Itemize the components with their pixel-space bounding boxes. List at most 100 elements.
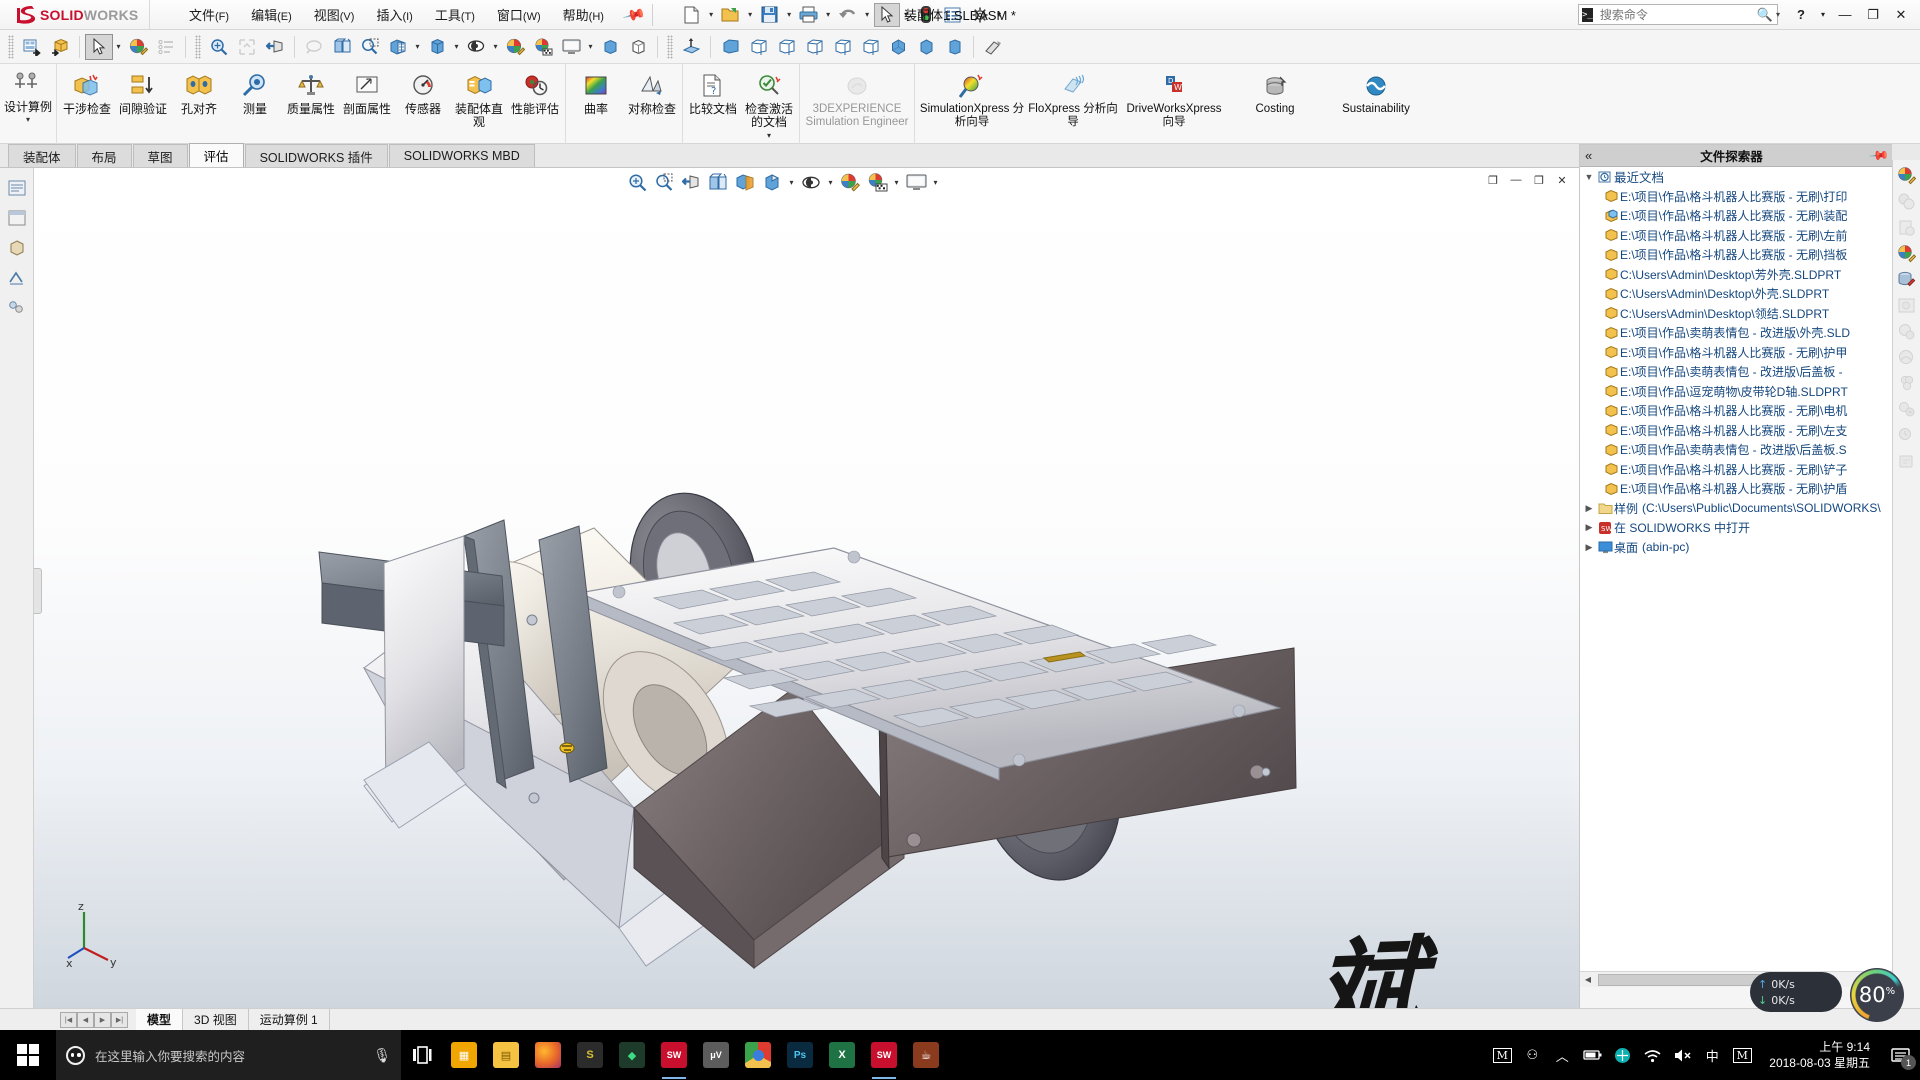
chevron-right-icon[interactable]: ▶ [1582, 542, 1596, 553]
search-caret-icon[interactable]: ▾ [1776, 10, 1780, 19]
compare-documents-button[interactable]: ? 比较文档 [685, 66, 741, 138]
clipboard-icon[interactable] [1896, 216, 1918, 238]
list-item[interactable]: C:\Users\Admin\Desktop\外壳.SLDPRT [1580, 284, 1892, 304]
tab-evaluate[interactable]: 评估 [188, 143, 244, 167]
sensor-button[interactable]: 传感器 [395, 66, 451, 138]
menu-item-edit[interactable]: 编辑(E) [240, 1, 303, 28]
menu-item-window[interactable]: 窗口(W) [486, 1, 552, 28]
display-style-button[interactable] [423, 34, 451, 60]
appearance-editor-icon[interactable] [1896, 242, 1918, 264]
taskbar-solidworks-active[interactable]: SW [863, 1030, 905, 1080]
scroll-left-arrow-icon[interactable]: ◀ [1580, 972, 1596, 987]
pushpin-icon[interactable]: 📌 [1868, 144, 1890, 167]
new-document-caret[interactable]: ▾ [706, 3, 717, 27]
curvature-button[interactable]: 曲率 [568, 66, 624, 138]
tab-assembly[interactable]: 装配体 [8, 144, 76, 167]
display-style-caret[interactable]: ▾ [451, 35, 462, 59]
menu-item-help[interactable]: 帮助(H) [552, 1, 615, 28]
tab-motion-study[interactable]: 运动算例 1 [249, 1009, 330, 1030]
wireframe-button[interactable] [624, 34, 652, 60]
left-view-button[interactable] [772, 34, 800, 60]
save-button[interactable] [757, 3, 783, 27]
settings-caret[interactable]: ▾ [994, 3, 1005, 27]
design-library-icon[interactable] [1896, 268, 1918, 290]
last-tab-button[interactable]: ▶| [111, 1011, 128, 1028]
appearances-button[interactable] [501, 34, 529, 60]
print-button[interactable] [796, 3, 822, 27]
settings-button[interactable] [967, 3, 993, 27]
iso-view-button[interactable] [884, 34, 912, 60]
decal-icon[interactable] [1896, 320, 1918, 342]
first-tab-button[interactable]: |◀ [60, 1011, 77, 1028]
help-button[interactable]: ? [1788, 2, 1814, 28]
top-view-button[interactable] [828, 34, 856, 60]
edit-appearance-button[interactable] [124, 34, 152, 60]
menu-item-file[interactable]: 文件(F) [178, 1, 240, 28]
costing-button[interactable]: Costing [1229, 66, 1321, 138]
assembly-3d-model[interactable] [34, 168, 1579, 1008]
tree-node-open-in-solidworks[interactable]: ▶ SW 在 SOLIDWORKS 中打开 [1580, 518, 1892, 538]
select-tool-caret[interactable]: ▾ [113, 35, 124, 59]
trimetric-view-button[interactable] [912, 34, 940, 60]
view-orientation-caret[interactable]: ▾ [412, 35, 423, 59]
appearances-scenes-icon[interactable] [1896, 164, 1918, 186]
chevron-down-icon[interactable]: ▼ [1582, 172, 1596, 182]
menu-item-insert[interactable]: 插入(I) [365, 1, 423, 28]
taskbar-solidworks-2017-a[interactable]: SW [653, 1030, 695, 1080]
taskbar-sublime-text[interactable]: S [569, 1030, 611, 1080]
taskbar-android-studio[interactable]: ◆ [611, 1030, 653, 1080]
close-button[interactable]: ✕ [1888, 2, 1914, 28]
view-settings-button[interactable] [557, 34, 585, 60]
tab-solidworks-addins[interactable]: SOLIDWORKS 插件 [244, 144, 388, 167]
show-hidden-icons-icon[interactable]: ︿ [1547, 1030, 1577, 1080]
tab-model[interactable]: 模型 [136, 1009, 184, 1030]
design-study-button[interactable]: 设计算例 ▾ [2, 66, 54, 144]
feature-manager-tree-icon[interactable] [6, 178, 28, 198]
rebuild-button[interactable] [913, 3, 939, 27]
taskbar-firefox[interactable] [527, 1030, 569, 1080]
clearance-verification-button[interactable]: 间隙验证 [115, 66, 171, 138]
custom-icon[interactable] [1896, 398, 1918, 420]
edit-component-button[interactable] [46, 34, 74, 60]
property-manager-icon[interactable] [6, 208, 28, 228]
configuration-manager-icon[interactable] [6, 238, 28, 258]
section-view-button[interactable] [328, 34, 356, 60]
shaded-button[interactable] [596, 34, 624, 60]
double-chevron-left-icon[interactable]: « [1585, 148, 1592, 163]
display-states-button[interactable] [152, 34, 180, 60]
bottom-view-button[interactable] [856, 34, 884, 60]
select-tool-button[interactable] [85, 33, 113, 60]
interference-detection-button[interactable]: 干涉检查 [59, 66, 115, 138]
tab-layout[interactable]: 布局 [76, 144, 132, 167]
select-caret[interactable]: ▾ [901, 3, 912, 27]
taskbar-chrome[interactable] [737, 1030, 779, 1080]
list-item[interactable]: C:\Users\Admin\Desktop\领结.SLDPRT [1580, 304, 1892, 324]
hide-show-items-button[interactable] [462, 34, 490, 60]
help-caret[interactable]: ▾ [1816, 2, 1830, 28]
new-document-button[interactable] [679, 3, 705, 27]
coordinate-triad-button[interactable] [677, 34, 705, 60]
section-properties-button[interactable]: 剖面属性 [339, 66, 395, 138]
tab-sketch[interactable]: 草图 [132, 144, 188, 167]
lights-cameras-icon[interactable] [1896, 346, 1918, 368]
onenote-m-icon[interactable]: M [1727, 1030, 1757, 1080]
open-document-caret[interactable]: ▾ [745, 3, 756, 27]
list-item[interactable]: E:\项目\作品\卖萌表情包 - 改进版\后盖板 - [1580, 362, 1892, 382]
list-item[interactable]: E:\项目\作品\卖萌表情包 - 改进版\外壳.SLD [1580, 323, 1892, 343]
mass-properties-button[interactable]: 质量属性 [283, 66, 339, 138]
apply-scene-button[interactable] [529, 34, 557, 60]
view-settings-caret[interactable]: ▾ [585, 35, 596, 59]
undo-button[interactable] [835, 3, 861, 27]
display-manager-icon[interactable] [1896, 424, 1918, 446]
search-input[interactable] [1597, 6, 1757, 23]
list-item[interactable]: E:\项目\作品\格斗机器人比赛版 - 无刷\装配 [1580, 206, 1892, 226]
tree-node-recent-documents[interactable]: ▼ 最近文档 [1580, 167, 1892, 187]
dimxpert-manager-icon[interactable] [6, 268, 28, 288]
view-orientation-button[interactable] [384, 34, 412, 60]
save-caret[interactable]: ▾ [784, 3, 795, 27]
floxpress-button[interactable]: FloXpress 分析向导 [1027, 66, 1119, 138]
tab-3d-views[interactable]: 3D 视图 [183, 1009, 249, 1030]
pushpin-icon[interactable]: 📌 [622, 2, 647, 27]
file-explorer-horizontal-scrollbar[interactable]: ◀ ▶ [1580, 971, 1892, 987]
tab-solidworks-mbd[interactable]: SOLIDWORKS MBD [388, 144, 535, 167]
